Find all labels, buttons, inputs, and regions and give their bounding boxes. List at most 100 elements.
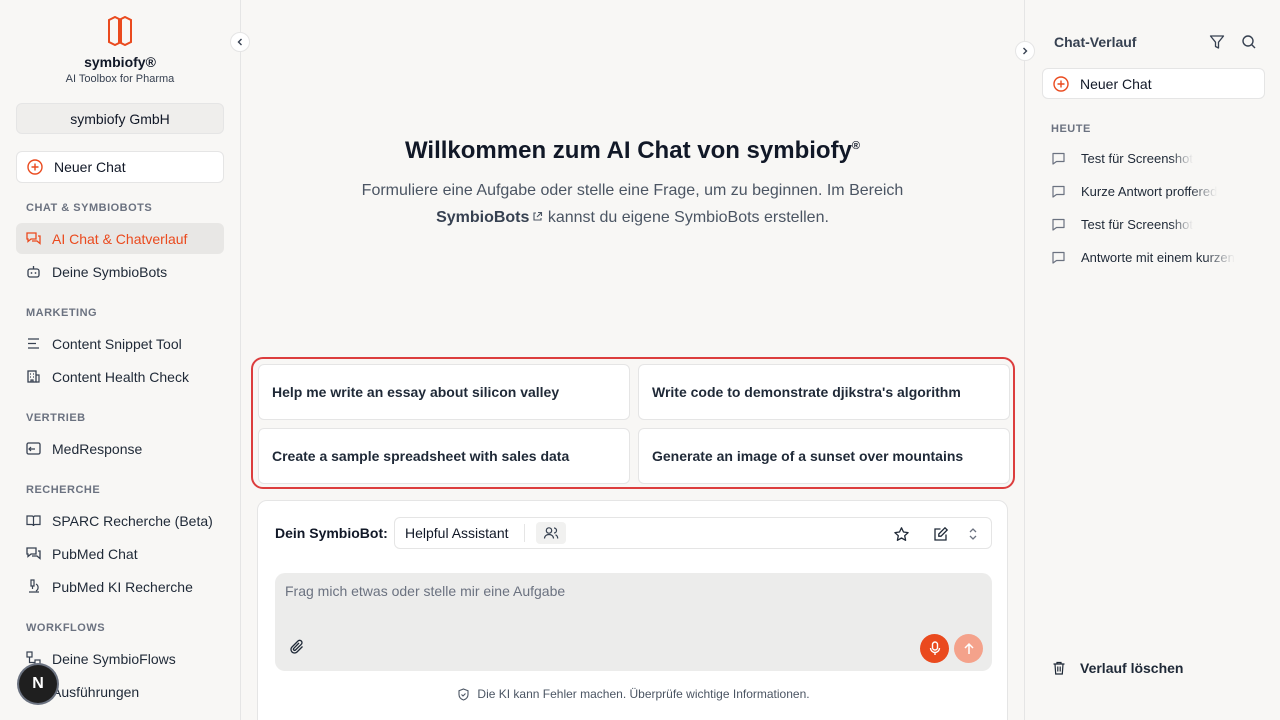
chevron-left-icon: [237, 38, 242, 46]
suggestions-group: Help me write an essay about silicon val…: [251, 357, 1015, 489]
suggestion-card[interactable]: Write code to demonstrate djikstra's alg…: [638, 364, 1010, 420]
section-chat-symbiobots: CHAT & SYMBIOBOTS: [26, 202, 153, 214]
history-new-chat-button[interactable]: Neuer Chat: [1042, 68, 1265, 99]
new-chat-label: Neuer Chat: [1080, 75, 1152, 92]
attach-button[interactable]: [287, 637, 307, 657]
divider: [524, 524, 525, 542]
new-chat-label: Neuer Chat: [54, 159, 126, 175]
brand-name: symbiofy®: [84, 54, 156, 70]
filter-icon[interactable]: [1208, 33, 1226, 51]
sidebar-item-label: MedResponse: [52, 440, 143, 457]
microphone-button[interactable]: [920, 634, 949, 663]
text-lines-icon: [28, 338, 39, 349]
intro-part-1: Formuliere eine Aufgabe oder stelle eine…: [361, 182, 904, 199]
sidebar-item-pubmed-ki[interactable]: PubMed KI Recherche: [16, 571, 224, 602]
intro-part-2: kannst du eigene SymbioBots erstellen.: [547, 209, 829, 226]
disclaimer-text: Die KI kann Fehler machen. Überprüfe wic…: [477, 687, 810, 701]
trash-icon: [1053, 661, 1065, 675]
star-icon: [893, 526, 909, 541]
sidebar-item-label: PubMed Chat: [52, 545, 138, 562]
sidebar-item-content-snippet[interactable]: Content Snippet Tool: [16, 328, 224, 359]
sidebar-item-sparc[interactable]: SPARC Recherche (Beta): [16, 505, 224, 536]
message-icon: [1052, 251, 1065, 264]
bot-name: Helpful Assistant: [405, 525, 509, 541]
sidebar-item-pubmed-chat[interactable]: PubMed Chat: [16, 538, 224, 569]
user-avatar[interactable]: N: [19, 665, 57, 703]
edit-icon: [934, 526, 949, 541]
chat-icon: [26, 232, 41, 245]
users-icon: [543, 527, 559, 539]
chat-icon: [26, 547, 41, 560]
welcome-title: Willkommen zum AI Chat von symbiofy®: [241, 137, 1024, 165]
sidebar-item-medresponse[interactable]: MedResponse: [16, 433, 224, 464]
suggestion-card[interactable]: Generate an image of a sunset over mount…: [638, 428, 1010, 484]
symbiofy-logo-icon: [108, 16, 132, 46]
collapse-sidebar-button[interactable]: [230, 32, 250, 52]
sidebar-item-symbiobots[interactable]: Deine SymbioBots: [16, 256, 224, 287]
sidebar-item-label: Deine SymbioFlows: [52, 650, 176, 667]
history-item[interactable]: Kurze Antwort proffered: [1051, 179, 1251, 203]
registered-mark: ®: [851, 140, 861, 152]
history-item[interactable]: Test für Screenshot: [1051, 212, 1251, 236]
brand-tagline: AI Toolbox for Pharma: [65, 73, 175, 85]
external-link-icon: [533, 211, 543, 221]
suggestion-card[interactable]: Create a sample spreadsheet with sales d…: [258, 428, 630, 484]
bot-dropdown-toggle[interactable]: [963, 524, 983, 544]
left-sidebar: symbiofy® AI Toolbox for Pharma symbiofy…: [0, 0, 241, 720]
suggestion-card[interactable]: Help me write an essay about silicon val…: [258, 364, 630, 420]
sidebar-item-label: PubMed KI Recherche: [52, 578, 193, 595]
bot-label: Dein SymbioBot:: [275, 525, 388, 541]
welcome-title-text: Willkommen zum AI Chat von symbiofy: [404, 137, 852, 164]
main-area: Willkommen zum AI Chat von symbiofy® For…: [241, 0, 1024, 720]
arrow-up-icon: [963, 642, 974, 654]
intro-text: Formuliere eine Aufgabe oder stelle eine…: [361, 177, 904, 231]
collapse-history-button[interactable]: [1015, 41, 1035, 61]
reply-icon: [26, 442, 41, 455]
prompt-input[interactable]: [285, 583, 885, 599]
history-group-today: HEUTE: [1051, 123, 1091, 135]
org-switcher-button[interactable]: symbiofy GmbH: [16, 103, 224, 134]
building-icon: [27, 370, 40, 383]
message-icon: [1052, 185, 1065, 198]
clear-history-button[interactable]: Verlauf löschen: [1051, 660, 1183, 676]
sidebar-item-ai-chat[interactable]: AI Chat & Chatverlauf: [16, 223, 224, 254]
sidebar-item-label: Deine SymbioBots: [52, 263, 168, 280]
sidebar-item-label: Ausführungen: [52, 683, 140, 700]
bot-icon: [27, 266, 40, 278]
brand-block: symbiofy® AI Toolbox for Pharma: [0, 16, 240, 85]
history-title: Chat-Verlauf: [1054, 34, 1137, 50]
chat-history-panel: Chat-Verlauf Neuer Chat HEUTE Test für S…: [1024, 0, 1280, 720]
symbiobots-link[interactable]: SymbioBots: [436, 209, 529, 226]
sidebar-item-label: SPARC Recherche (Beta): [52, 512, 213, 529]
shared-users-badge[interactable]: [536, 522, 566, 544]
chat-composer: Dein SymbioBot: Helpful Assistant Frag m…: [257, 500, 1008, 720]
message-icon: [1052, 152, 1065, 165]
search-icon[interactable]: [1240, 33, 1258, 51]
paperclip-icon: [290, 639, 303, 654]
edit-bot-button[interactable]: [931, 524, 951, 544]
ai-disclaimer: Die KI kann Fehler machen. Überprüfe wic…: [258, 687, 1009, 701]
send-button[interactable]: [954, 634, 983, 663]
symbiobot-selector[interactable]: Helpful Assistant: [394, 517, 992, 549]
chevron-right-icon: [1023, 47, 1028, 55]
sidebar-item-label: Content Health Check: [52, 368, 189, 385]
shield-check-icon: [458, 687, 469, 701]
chevron-up-down-icon: [969, 528, 977, 540]
book-icon: [26, 515, 41, 527]
plus-circle-icon: [27, 159, 43, 175]
org-name: symbiofy GmbH: [70, 110, 170, 127]
sidebar-item-content-health[interactable]: Content Health Check: [16, 361, 224, 392]
history-item-label: Test für Screenshot: [1081, 150, 1193, 166]
history-item-label: Antworte mit einem kurzen: [1081, 249, 1235, 265]
clear-history-label: Verlauf löschen: [1080, 660, 1184, 676]
section-marketing: MARKETING: [26, 307, 98, 319]
prompt-box: [275, 573, 992, 671]
history-item-label: Test für Screenshot: [1081, 216, 1193, 232]
microphone-icon: [929, 641, 940, 655]
new-chat-button[interactable]: Neuer Chat: [16, 151, 224, 183]
history-item[interactable]: Test für Screenshot: [1051, 146, 1251, 170]
section-vertrieb: VERTRIEB: [26, 412, 86, 424]
section-recherche: RECHERCHE: [26, 484, 101, 496]
history-item[interactable]: Antworte mit einem kurzen: [1051, 245, 1251, 269]
favorite-button[interactable]: [891, 524, 911, 544]
